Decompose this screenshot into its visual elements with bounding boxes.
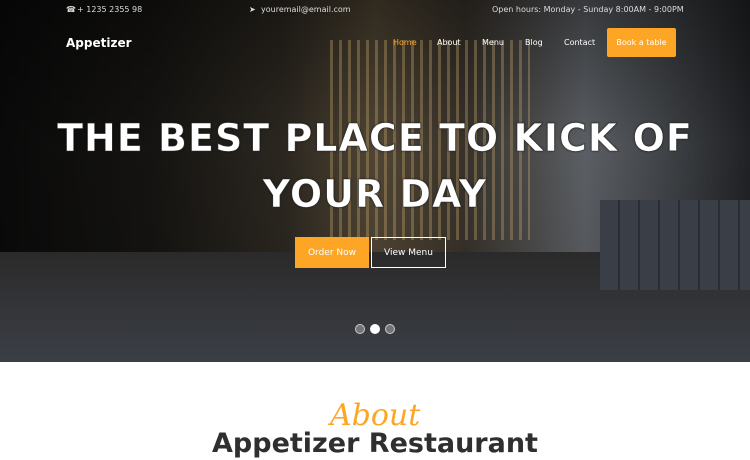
phone-text: + 1235 2355 98 xyxy=(77,5,143,14)
email-text: youremail@email.com xyxy=(261,5,351,14)
book-table-button[interactable]: Book a table xyxy=(607,28,676,57)
send-icon: ➤ xyxy=(249,5,256,14)
view-menu-button[interactable]: View Menu xyxy=(371,237,446,268)
order-now-button[interactable]: Order Now xyxy=(295,237,369,268)
slide-dot[interactable] xyxy=(355,324,365,334)
hours-text: Open hours: Monday - Sunday 8:00AM - 9:0… xyxy=(492,5,684,14)
about-title: Appetizer Restaurant xyxy=(212,428,538,459)
nav-contact[interactable]: Contact xyxy=(564,38,595,47)
logo[interactable]: Appetizer xyxy=(66,36,132,50)
navbar: Appetizer Home About Menu Blog Contact B… xyxy=(0,28,750,58)
nav-menu[interactable]: Menu xyxy=(482,38,504,47)
hero-section: ☎ + 1235 2355 98 ➤ youremail@email.com O… xyxy=(0,0,750,362)
hero-title: THE BEST PLACE TO KICK OF YOUR DAY xyxy=(57,116,693,217)
top-bar: ☎ + 1235 2355 98 ➤ youremail@email.com O… xyxy=(0,0,750,20)
nav-about[interactable]: About xyxy=(437,38,461,47)
nav-blog[interactable]: Blog xyxy=(525,38,543,47)
nav-home[interactable]: Home xyxy=(393,38,417,47)
phone-icon: ☎ xyxy=(66,5,76,14)
slide-dot-active[interactable] xyxy=(370,324,380,334)
slide-dot[interactable] xyxy=(385,324,395,334)
